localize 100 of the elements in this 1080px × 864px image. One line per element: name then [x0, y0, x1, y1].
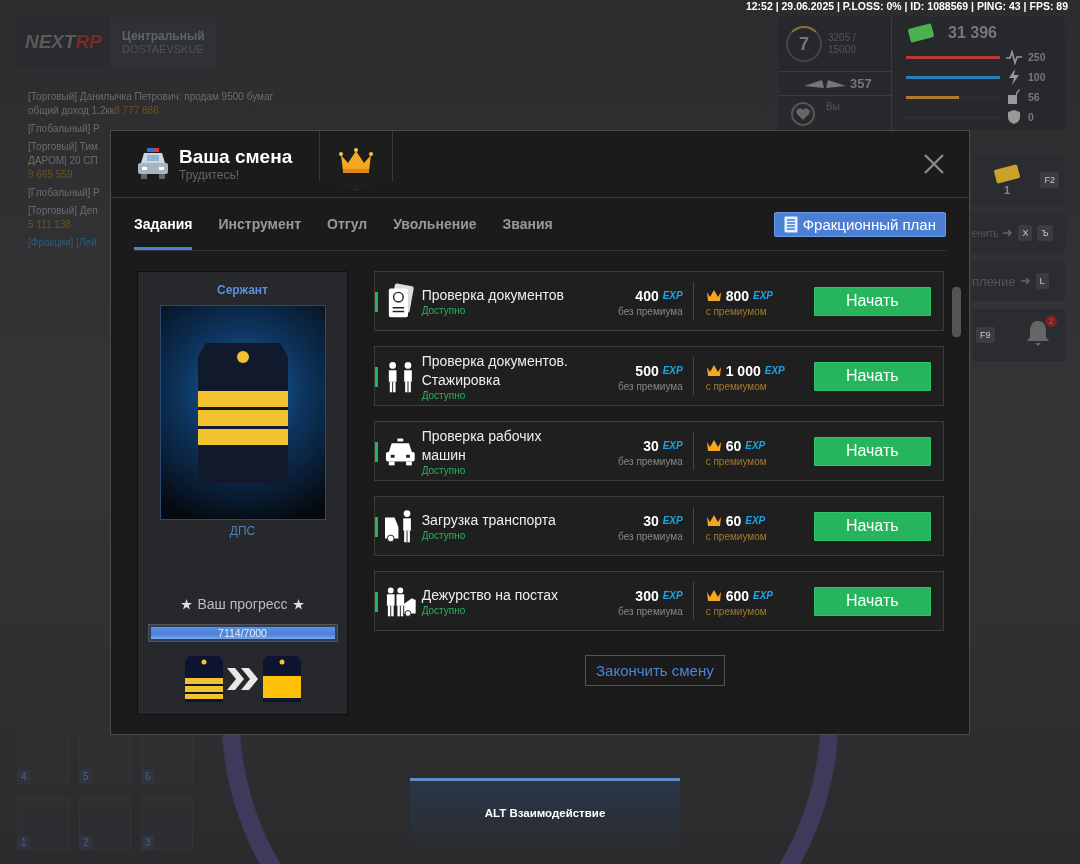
task-status: Доступно	[421, 530, 467, 541]
document-icon	[783, 215, 798, 233]
police-car-icon	[136, 147, 170, 181]
star-icon	[181, 598, 193, 610]
tab[interactable]: Звания	[502, 198, 553, 250]
exp-value: 500	[635, 362, 659, 379]
task-status: Доступно	[421, 305, 467, 316]
shoulder-board-icon	[184, 656, 223, 702]
arrow-icon	[1020, 277, 1031, 285]
exp-label: с премиумом	[705, 530, 767, 542]
stat-value: 0	[1028, 111, 1034, 123]
slot-number: 3	[142, 836, 154, 849]
exp-value: 800	[725, 287, 750, 304]
exp-label: с премиумом	[705, 605, 767, 617]
pulse-icon	[1006, 49, 1022, 65]
start-button[interactable]: Начать	[813, 511, 931, 541]
crown-icon	[705, 439, 722, 452]
logo: NEXTRP	[23, 30, 104, 54]
cash-icon	[992, 164, 1022, 184]
inventory-slot[interactable]: 4	[17, 730, 69, 784]
exp-label: без премиума	[618, 455, 683, 467]
faction-plan-button[interactable]: Фракционный план	[773, 211, 946, 237]
exp-value: 400	[635, 287, 659, 304]
exp-value: 60	[725, 512, 742, 529]
premium-tab[interactable]	[319, 131, 394, 190]
chat-message: [Торговый] Деп	[28, 204, 98, 218]
close-icon[interactable]	[924, 154, 944, 174]
exp-unit: EXP	[662, 590, 683, 601]
dialog-title: Ваша смена	[179, 146, 293, 168]
bell-icon	[1025, 319, 1051, 347]
chat-message: [Глобальный] Р	[28, 186, 100, 200]
chat-message: [Торговый] Данилычка Петрович: продам 9500 бумаг	[28, 90, 274, 104]
tab[interactable]: Задания	[134, 198, 193, 250]
tab[interactable]: Увольнение	[393, 198, 477, 250]
exp-unit: EXP	[662, 440, 683, 451]
exp-value: 1 000	[725, 362, 761, 379]
exp-label: без премиума	[618, 380, 683, 392]
chat-message: [Глобальный] Р	[28, 122, 100, 136]
exp-unit: EXP	[662, 290, 683, 301]
stat-value: 100	[1028, 71, 1046, 83]
start-button[interactable]: Начать	[813, 286, 931, 316]
dialog-subtitle: Трудитесь!	[179, 168, 241, 182]
task-title: Проверка документов. Стажировка	[421, 351, 569, 390]
exp-value: 600	[725, 587, 750, 604]
key-hint: X	[1018, 225, 1033, 241]
task-status: Доступно	[421, 389, 467, 401]
start-button[interactable]: Начать	[813, 361, 931, 391]
food-icon	[1006, 89, 1022, 105]
level-ring: 7	[786, 26, 822, 62]
interaction-hint: ALT Взаимодействие	[484, 807, 606, 819]
tab[interactable]: Отгул	[327, 198, 368, 250]
exp-unit: EXP	[753, 590, 774, 601]
key-hint: F2	[1040, 172, 1059, 188]
tab[interactable]: Инструмент	[218, 198, 302, 250]
shoulder-board-icon	[262, 656, 301, 702]
crown-icon	[705, 289, 722, 302]
start-button[interactable]: Начать	[813, 586, 931, 616]
scroll-thumb[interactable]	[952, 287, 961, 337]
inventory-slot[interactable]: 2	[79, 796, 131, 850]
crown-icon	[705, 589, 722, 602]
notification-badge: 2	[1045, 315, 1057, 327]
exp-label: без премиума	[618, 305, 683, 317]
key-hint: F9	[976, 327, 995, 343]
slot-number: 4	[18, 770, 30, 783]
inventory-slot[interactable]: 1	[17, 796, 69, 850]
cash-icon	[906, 23, 936, 43]
rank-title: Сержант	[217, 283, 268, 297]
exp-label: с премиумом	[705, 455, 767, 467]
exp-label: без премиума	[618, 530, 683, 542]
exp-value: 300	[635, 587, 659, 604]
exp-value: 30	[643, 437, 659, 454]
exp-unit: EXP	[753, 290, 774, 301]
cash-count: 1	[1003, 184, 1011, 196]
task-title: Загрузка транспорта	[421, 511, 557, 530]
task-status: Доступно	[421, 464, 467, 476]
slot-number: 5	[80, 770, 92, 783]
wings-icon	[804, 77, 846, 90]
rank-unit: ДПС	[229, 524, 256, 538]
slot-number: 1	[18, 836, 30, 849]
exp-unit: EXP	[745, 440, 766, 451]
task-status: Доступно	[421, 605, 467, 616]
inventory-slot[interactable]: 3	[141, 796, 193, 850]
exp-label: с премиумом	[705, 305, 767, 317]
inventory-slot[interactable]: 5	[79, 730, 131, 784]
chevrons-icon	[226, 668, 259, 690]
exp-unit: EXP	[745, 515, 766, 526]
task-title: Проверка документов	[421, 286, 565, 305]
arrow-icon	[1003, 229, 1014, 237]
start-button[interactable]: Начать	[813, 436, 931, 466]
chat-message: [Торговый] Тим	[28, 140, 98, 154]
exp-unit: EXP	[764, 365, 785, 376]
exp-unit: EXP	[662, 515, 683, 526]
slot-number: 2	[80, 836, 92, 849]
stat-value: 250	[1028, 51, 1046, 63]
key-hint: L	[1035, 273, 1049, 289]
crown-icon	[705, 364, 722, 377]
end-shift-button[interactable]: Закончить смену	[585, 655, 725, 686]
exp-unit: EXP	[662, 365, 683, 376]
task-title: Дежурство на постах	[421, 586, 560, 605]
bolt-icon	[1006, 69, 1022, 85]
